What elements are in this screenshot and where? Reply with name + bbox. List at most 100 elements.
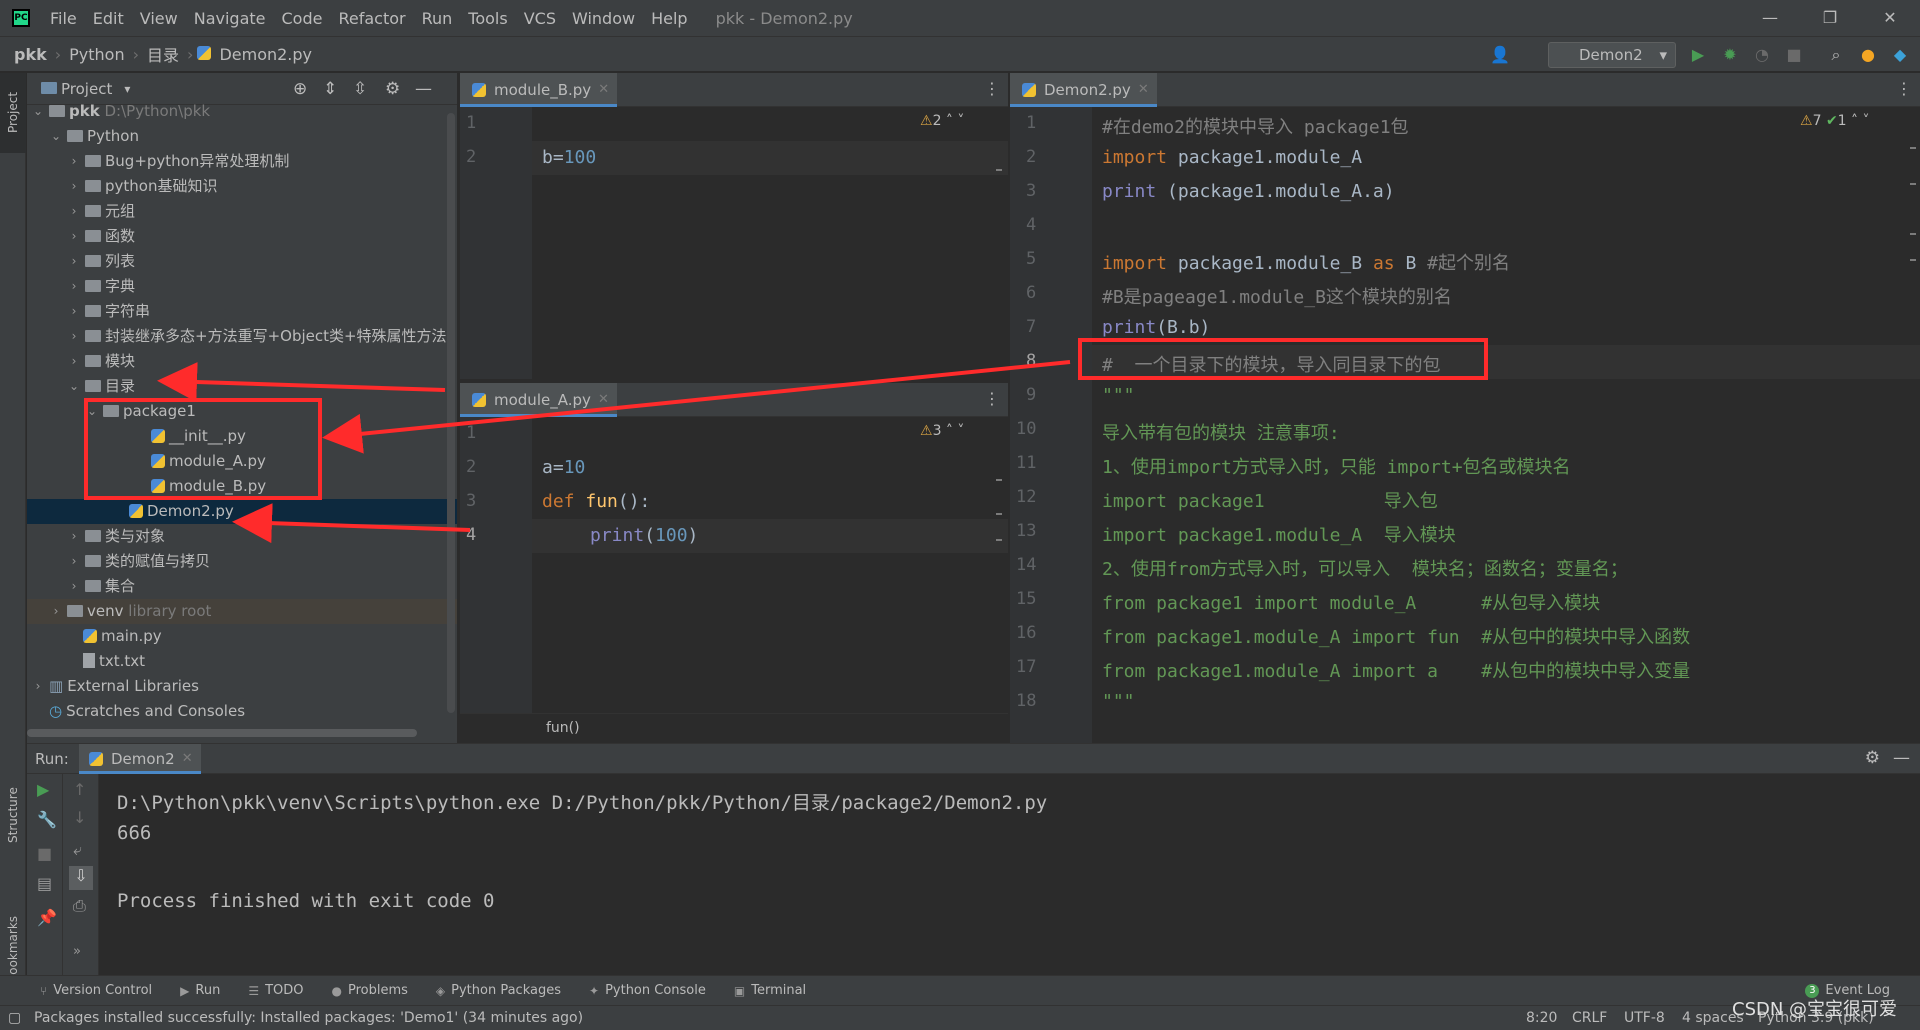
editor-breadcrumb[interactable]: fun() bbox=[546, 720, 580, 736]
tab-module-a[interactable]: module_A.py ✕ bbox=[460, 383, 617, 417]
tool-todo[interactable]: ☰ TODO bbox=[248, 983, 303, 998]
breadcrumb-dir[interactable]: 目录 bbox=[143, 42, 183, 66]
close-button[interactable]: ✕ bbox=[1860, 0, 1920, 36]
module-b-editor[interactable]: 1 2 b=100 ⚠2 ˄ ˅ bbox=[460, 107, 1008, 379]
horizontal-scrollbar[interactable] bbox=[27, 729, 417, 737]
expand-all-icon[interactable]: ⇕ bbox=[323, 79, 337, 99]
hide-panel-icon[interactable]: — bbox=[1893, 748, 1910, 768]
menu-tools[interactable]: Tools bbox=[460, 9, 515, 28]
arrow-down-icon[interactable]: ↓ bbox=[73, 808, 86, 827]
more-icon[interactable]: » bbox=[73, 944, 81, 959]
warning-indicator[interactable]: ⚠3 ˄ ˅ bbox=[920, 423, 964, 439]
tree-item-folder[interactable]: › python基础知识 bbox=[27, 174, 457, 199]
collapse-all-icon[interactable]: ⇳ bbox=[353, 79, 367, 99]
more-options-icon[interactable]: ⋮ bbox=[984, 389, 1000, 408]
gear-icon[interactable]: ⚙ bbox=[385, 79, 400, 99]
debug-icon[interactable]: ✹ bbox=[1720, 45, 1740, 65]
tree-item-scratches[interactable]: ◷ Scratches and Consoles bbox=[27, 699, 457, 724]
tree-item-folder[interactable]: › 函数 bbox=[27, 224, 457, 249]
project-tool-tab[interactable]: Project bbox=[0, 73, 26, 153]
structure-tool-label[interactable]: Structure bbox=[6, 787, 20, 843]
menu-window[interactable]: Window bbox=[564, 9, 643, 28]
arrow-up-icon[interactable]: ↑ bbox=[73, 780, 86, 799]
close-icon[interactable]: ✕ bbox=[598, 73, 609, 107]
more-options-icon[interactable]: ⋮ bbox=[984, 79, 1000, 98]
caret-position[interactable]: 8:20 bbox=[1526, 1006, 1557, 1030]
dropdown-arrow-icon[interactable]: ▾ bbox=[124, 82, 130, 96]
rerun-icon[interactable]: ▶ bbox=[37, 780, 49, 799]
tool-run[interactable]: ▶ Run bbox=[180, 983, 220, 998]
wrench-icon[interactable]: 🔧 bbox=[37, 810, 57, 829]
minimize-button[interactable]: — bbox=[1740, 0, 1800, 36]
menu-navigate[interactable]: Navigate bbox=[186, 9, 274, 28]
bookmarks-tool-label[interactable]: Bookmarks bbox=[6, 916, 20, 983]
gear-icon[interactable]: ⚙ bbox=[1865, 748, 1880, 768]
close-icon[interactable]: ✕ bbox=[1138, 73, 1149, 107]
run-config-selector[interactable]: Demon2 ▾ bbox=[1548, 42, 1676, 68]
tree-item-folder[interactable]: › 类的赋值与拷贝 bbox=[27, 549, 457, 574]
menu-help[interactable]: Help bbox=[643, 9, 695, 28]
user-icon[interactable]: 👤 bbox=[1490, 45, 1510, 65]
tree-item-dir[interactable]: ⌄ 目录 bbox=[27, 374, 457, 399]
menu-code[interactable]: Code bbox=[274, 9, 331, 28]
tab-module-b[interactable]: module_B.py ✕ bbox=[460, 73, 618, 107]
menu-vcs[interactable]: VCS bbox=[516, 9, 564, 28]
breadcrumb-project[interactable]: pkk bbox=[10, 45, 51, 64]
pin-icon[interactable]: 📌 bbox=[37, 908, 57, 927]
tree-item-folder[interactable]: › Bug+python异常处理机制 bbox=[27, 149, 457, 174]
tree-item-main[interactable]: main.py bbox=[27, 624, 457, 649]
restore-button[interactable]: ❐ bbox=[1800, 0, 1860, 36]
search-icon[interactable]: ⌕ bbox=[1826, 45, 1846, 65]
soft-wrap-icon[interactable]: ⤶ bbox=[73, 840, 82, 860]
jetbrains-icon[interactable]: ◆ bbox=[1890, 45, 1910, 65]
tree-item-pkk[interactable]: ⌄ pkk D:\Python\pkk bbox=[27, 99, 457, 124]
menu-file[interactable]: File bbox=[42, 9, 85, 28]
tool-terminal[interactable]: ▣ Terminal bbox=[734, 983, 806, 998]
tree-item-demon2[interactable]: Demon2.py bbox=[27, 499, 457, 524]
tool-python-packages[interactable]: ◈ Python Packages bbox=[436, 983, 561, 998]
breadcrumb-file[interactable]: Demon2.py bbox=[215, 45, 316, 64]
tree-item-folder[interactable]: › 元组 bbox=[27, 199, 457, 224]
tree-item-folder[interactable]: › 模块 bbox=[27, 349, 457, 374]
file-encoding[interactable]: UTF-8 bbox=[1624, 1006, 1665, 1030]
vertical-scrollbar[interactable] bbox=[447, 113, 455, 713]
tree-item-folder[interactable]: › 类与对象 bbox=[27, 524, 457, 549]
tree-item-external-libraries[interactable]: › ▥ External Libraries bbox=[27, 674, 457, 699]
menu-view[interactable]: View bbox=[132, 9, 186, 28]
inspection-indicator[interactable]: ⚠7 ✔1 ˄ ˅ bbox=[1800, 113, 1870, 129]
tree-item-txt[interactable]: txt.txt bbox=[27, 649, 457, 674]
tree-item-folder[interactable]: › 集合 bbox=[27, 574, 457, 599]
tool-python-console[interactable]: ✦ Python Console bbox=[589, 983, 706, 998]
status-panel-icon[interactable]: ▢ bbox=[8, 1006, 21, 1030]
tree-item-folder[interactable]: › 封装继承多态+方法重写+Object类+特殊属性方法 bbox=[27, 324, 457, 349]
locate-icon[interactable]: ⊕ bbox=[293, 79, 307, 99]
tab-demon2[interactable]: Demon2.py ✕ bbox=[1010, 73, 1157, 107]
tree-item-venv[interactable]: › venv library root bbox=[27, 599, 457, 624]
run-tab-demon2[interactable]: Demon2 ✕ bbox=[79, 744, 201, 774]
print-icon[interactable]: ⎙ bbox=[73, 896, 86, 916]
menu-run[interactable]: Run bbox=[414, 9, 461, 28]
event-log[interactable]: 3 Event Log bbox=[1805, 983, 1890, 998]
menu-refactor[interactable]: Refactor bbox=[330, 9, 413, 28]
scroll-to-end-icon[interactable]: ⇩ bbox=[69, 866, 93, 890]
stop-icon[interactable]: ■ bbox=[37, 844, 52, 863]
stop-icon[interactable]: ■ bbox=[1784, 45, 1804, 65]
tree-item-python[interactable]: ⌄ Python bbox=[27, 124, 457, 149]
project-panel-title[interactable]: Project bbox=[61, 80, 112, 98]
module-a-editor[interactable]: 1 2 3 4 a=10 def fun(): print(100) ⚠3 ˄ … bbox=[460, 417, 1008, 743]
more-options-icon[interactable]: ⋮ bbox=[1896, 79, 1912, 98]
status-message[interactable]: Packages installed successfully: Install… bbox=[34, 1006, 583, 1030]
run-icon[interactable]: ▶ bbox=[1688, 45, 1708, 65]
tree-item-folder[interactable]: › 字符串 bbox=[27, 299, 457, 324]
coverage-icon[interactable]: ◔ bbox=[1752, 45, 1772, 65]
menu-edit[interactable]: Edit bbox=[85, 9, 132, 28]
tree-item-folder[interactable]: › 字典 bbox=[27, 274, 457, 299]
close-icon[interactable]: ✕ bbox=[182, 744, 193, 774]
update-icon[interactable]: ● bbox=[1858, 45, 1878, 65]
warning-indicator[interactable]: ⚠2 ˄ ˅ bbox=[920, 113, 964, 129]
tree-item-folder[interactable]: › 列表 bbox=[27, 249, 457, 274]
breadcrumb-python[interactable]: Python bbox=[65, 45, 128, 64]
demon2-editor[interactable]: 1 2 3 4 5 6 7 8 9 10 11 12 13 14 15 16 1… bbox=[1010, 107, 1920, 743]
close-icon[interactable]: ✕ bbox=[598, 383, 609, 417]
line-separator[interactable]: CRLF bbox=[1572, 1006, 1607, 1030]
